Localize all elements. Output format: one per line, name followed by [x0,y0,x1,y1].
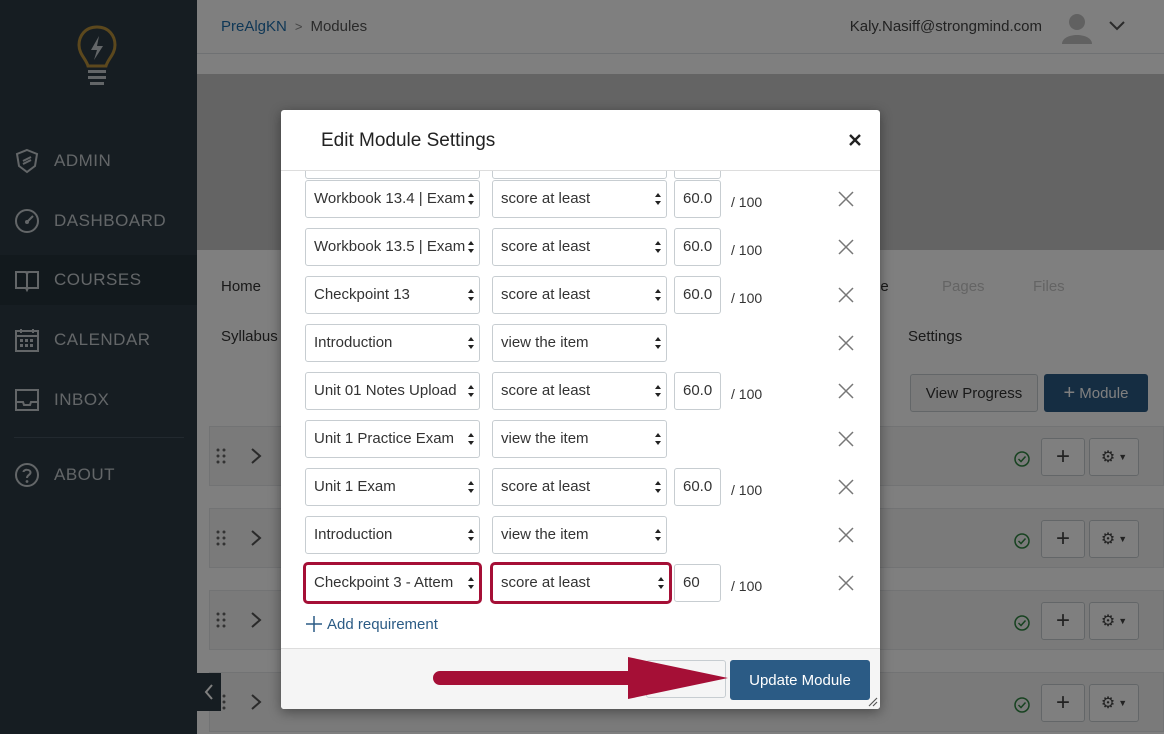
select-arrows-icon [467,288,475,302]
requirement-row: Unit 1 Exam score at least 60.0 / 100 [305,468,865,506]
requirement-row: Workbook 13.4 | Exam score at least 60.0… [305,180,865,218]
close-icon[interactable] [847,132,863,148]
select-value: view the item [501,526,589,543]
requirement-item-select[interactable]: Checkpoint 3 - Attem [303,562,482,604]
select-value: Unit 1 Exam [314,478,396,495]
score-max-label: / 100 [731,482,763,498]
requirement-row: Unit 01 Notes Upload score at least 60.0… [305,372,865,410]
requirement-score-input[interactable]: 60.0 [674,180,721,218]
select-arrows-icon [467,384,475,398]
select-value: score at least [501,238,591,255]
select-arrows-icon [654,384,662,398]
add-requirement-link[interactable]: Add requirement [305,615,438,633]
select-arrows-icon [467,480,475,494]
select-arrows-icon [467,336,475,350]
select-arrows-icon [467,432,475,446]
requirement-row: Unit 1 Practice Exam view the item [305,420,865,458]
select-arrows-icon [467,576,475,590]
requirement-condition-select[interactable]: score at least [492,228,667,266]
select-arrows-icon [654,480,662,494]
requirement-row: Checkpoint 13 score at least 60.0 / 100 [305,276,865,314]
requirement-item-select[interactable]: Unit 1 Practice Exam [305,420,480,458]
select-value: Unit 1 Practice Exam [314,430,455,447]
requirement-condition-select[interactable]: score at least [492,276,667,314]
score-max-label: / 100 [731,242,763,258]
requirement-item-select[interactable]: Unit 1 Exam [305,468,480,506]
score-max-label: / 100 [731,290,763,306]
requirement-row [305,171,865,179]
select-value: Workbook 13.5 | Exam [314,238,466,255]
requirement-condition-select[interactable] [492,171,667,179]
select-arrows-icon [654,528,662,542]
select-value: score at least [501,478,591,495]
requirement-item-select[interactable]: Workbook 13.4 | Exam [305,180,480,218]
requirement-item-select[interactable]: Introduction [305,324,480,362]
remove-requirement-icon[interactable] [838,335,854,351]
select-arrows-icon [657,576,665,590]
requirement-score-input[interactable]: 60.0 [674,228,721,266]
requirement-item-select[interactable]: Checkpoint 13 [305,276,480,314]
score-max-label: / 100 [731,386,763,402]
requirement-condition-select[interactable]: view the item [492,516,667,554]
select-arrows-icon [654,288,662,302]
requirement-score-input[interactable]: 60 [674,564,721,602]
annotation-arrow-icon [433,657,728,699]
remove-requirement-icon[interactable] [838,287,854,303]
remove-requirement-icon[interactable] [838,527,854,543]
select-value: Unit 01 Notes Upload [314,382,457,399]
select-arrows-icon [467,192,475,206]
select-value: Workbook 13.4 | Exam [314,190,466,207]
select-value: Introduction [314,526,393,543]
select-value: view the item [501,430,589,447]
requirement-condition-select[interactable]: score at least [492,180,667,218]
requirement-item-select[interactable]: Unit 01 Notes Upload [305,372,480,410]
score-max-label: / 100 [731,578,763,594]
requirement-item-select[interactable]: Workbook 13.5 | Exam [305,228,480,266]
select-arrows-icon [654,240,662,254]
requirement-condition-select[interactable]: score at least [492,468,667,506]
select-arrows-icon [654,192,662,206]
select-arrows-icon [654,432,662,446]
remove-requirement-icon[interactable] [838,575,854,591]
requirement-score-input[interactable]: 60.0 [674,372,721,410]
select-value: view the item [501,334,589,351]
select-arrows-icon [654,336,662,350]
select-value: score at least [501,382,591,399]
select-arrows-icon [467,240,475,254]
requirements-list[interactable]: Workbook 13.4 | Exam score at least 60.0… [281,171,880,647]
requirement-item-select[interactable] [305,171,480,179]
modal-header: Edit Module Settings [281,110,880,171]
select-value: Checkpoint 3 - Attem [314,574,454,591]
requirement-row: Introduction view the item [305,516,865,554]
requirement-score-input[interactable] [674,171,721,179]
modal-title: Edit Module Settings [321,130,496,151]
requirement-score-input[interactable]: 60.0 [674,276,721,314]
score-max-label: / 100 [731,194,763,210]
remove-requirement-icon[interactable] [838,431,854,447]
requirement-condition-select[interactable]: view the item [492,420,667,458]
requirement-condition-select[interactable]: view the item [492,324,667,362]
edit-module-settings-dialog: Edit Module Settings Workbook 13.4 | Exa… [281,110,880,709]
select-value: score at least [501,574,591,591]
requirement-score-input[interactable]: 60.0 [674,468,721,506]
requirement-condition-select[interactable]: score at least [492,372,667,410]
select-value: score at least [501,286,591,303]
select-value: Introduction [314,334,393,351]
select-value: Checkpoint 13 [314,286,410,303]
remove-requirement-icon[interactable] [838,191,854,207]
requirement-row: Workbook 13.5 | Exam score at least 60.0… [305,228,865,266]
remove-requirement-icon[interactable] [838,383,854,399]
requirement-row-highlighted: Checkpoint 3 - Attem score at least 60 /… [303,562,865,604]
add-requirement-label: Add requirement [327,615,438,633]
requirement-condition-select[interactable]: score at least [490,562,672,604]
plus-icon [306,616,322,632]
update-module-button[interactable]: Update Module [730,660,870,700]
requirement-row: Introduction view the item [305,324,865,362]
remove-requirement-icon[interactable] [838,239,854,255]
resize-handle-icon[interactable] [866,695,878,707]
requirement-item-select[interactable]: Introduction [305,516,480,554]
select-arrows-icon [467,528,475,542]
select-value: score at least [501,190,591,207]
remove-requirement-icon[interactable] [838,479,854,495]
